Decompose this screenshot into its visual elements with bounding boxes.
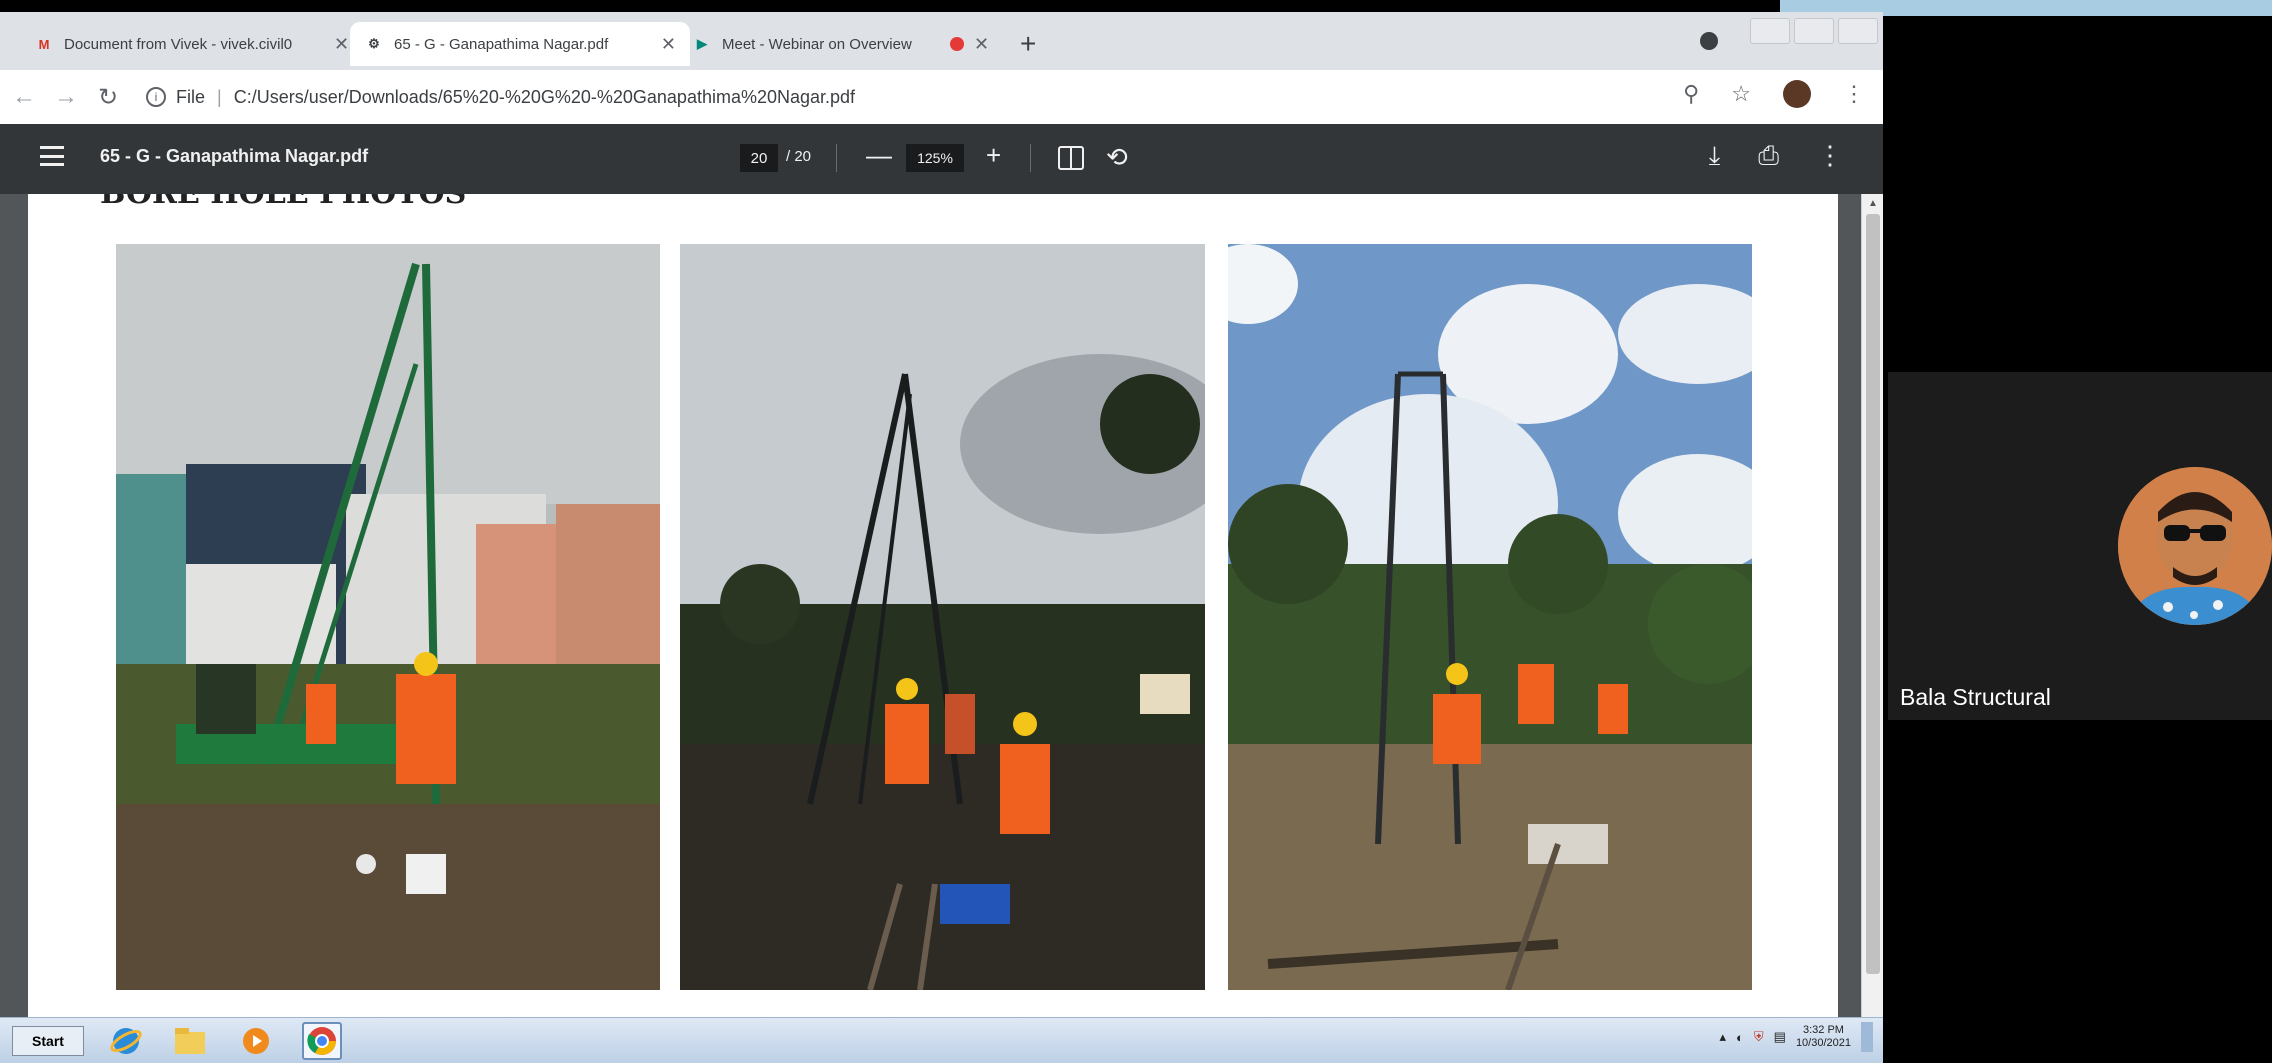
- tray-arrow-icon[interactable]: ▴: [1719, 1029, 1726, 1045]
- tab-title: 65 - G - Ganapathima Nagar.pdf: [394, 35, 609, 53]
- hamburger-menu-icon[interactable]: [40, 146, 64, 166]
- window-controls: [1750, 18, 1878, 44]
- show-desktop-icon[interactable]: [1861, 1022, 1873, 1052]
- profile-avatar[interactable]: [1783, 80, 1811, 108]
- taskbar-clock[interactable]: 3:32 PM 10/30/2021: [1796, 1024, 1851, 1050]
- internet-explorer-icon[interactable]: [106, 1022, 146, 1060]
- media-player-icon[interactable]: [236, 1022, 276, 1060]
- site-photo-1: [116, 244, 660, 990]
- tab-strip: M Document from Vivek - vivek.civil0 ✕ ⚙…: [0, 12, 1883, 70]
- recording-indicator-icon: [950, 37, 964, 51]
- meet-icon: ▶: [697, 36, 707, 51]
- chrome-taskbar-icon[interactable]: [302, 1022, 342, 1060]
- taskbar: Start ▴ ◐ ⛨ ▤ 3:32 PM 10/30/2021: [0, 1017, 1883, 1063]
- tray-security-icon[interactable]: ⛨: [1754, 1029, 1764, 1045]
- tab-title: Meet - Webinar on Overview: [722, 35, 912, 53]
- more-options-icon[interactable]: ⋮: [1817, 140, 1843, 172]
- tray-volume-icon[interactable]: ▤: [1774, 1029, 1786, 1045]
- more-menu-icon[interactable]: ⋮: [1843, 81, 1865, 107]
- reload-icon[interactable]: ↻: [90, 83, 126, 112]
- page-total: / 20: [786, 148, 812, 165]
- zoom-level-input[interactable]: 125%: [906, 144, 964, 172]
- close-tab-icon[interactable]: ✕: [661, 34, 676, 55]
- page-heading: BORE HOLE PHOTOS: [100, 194, 466, 211]
- close-tab-icon[interactable]: ✕: [974, 34, 989, 55]
- clock-date: 10/30/2021: [1795, 1037, 1851, 1049]
- tab-meet-webinar[interactable]: ▶ Meet - Webinar on Overview ✕: [678, 22, 1008, 66]
- print-icon[interactable]: ⎙: [1758, 140, 1779, 172]
- url-scheme: File: [176, 86, 206, 107]
- bookmark-star-icon[interactable]: ☆: [1731, 81, 1751, 107]
- maximize-button[interactable]: [1794, 18, 1834, 44]
- back-icon[interactable]: ←: [6, 83, 42, 111]
- tab-pdf-document[interactable]: ⚙ 65 - G - Ganapathima Nagar.pdf ✕: [350, 22, 690, 66]
- pdf-scrollbar[interactable]: ▲: [1861, 194, 1883, 1017]
- pdf-title: 65 - G - Ganapathima Nagar.pdf: [100, 146, 369, 166]
- pdf-toolbar-actions: ⤓ ⎙ ⋮: [1709, 140, 1843, 172]
- participant-avatar: [2118, 467, 2272, 625]
- pdf-toolbar: 65 - G - Ganapathima Nagar.pdf 20 / 20 —…: [0, 124, 1883, 194]
- url-separator: |: [217, 86, 222, 107]
- tab-gmail-document[interactable]: M Document from Vivek - vivek.civil0 ✕: [20, 22, 363, 66]
- pdf-page: BORE HOLE PHOTOS: [28, 194, 1838, 1017]
- chrome-extension-icon[interactable]: [1700, 32, 1718, 50]
- gmail-icon: M: [38, 36, 50, 52]
- tray-network-icon[interactable]: ◐: [1736, 1030, 1744, 1045]
- file-explorer-icon[interactable]: [170, 1022, 210, 1060]
- start-button[interactable]: Start: [12, 1026, 84, 1056]
- tab-title: Document from Vivek - vivek.civil0: [64, 35, 293, 53]
- zoom-icon[interactable]: ⚲: [1683, 81, 1699, 107]
- minimize-button[interactable]: [1750, 18, 1790, 44]
- zoom-in-button[interactable]: +: [986, 140, 1001, 171]
- zoom-out-button[interactable]: —: [866, 140, 892, 171]
- close-tab-icon[interactable]: ✕: [334, 34, 349, 55]
- pdf-viewer[interactable]: BORE HOLE PHOTOS: [0, 194, 1883, 1017]
- system-tray: ▴ ◐ ⛨ ▤ 3:32 PM 10/30/2021: [1719, 1022, 1873, 1052]
- participant-name: Bala Structural: [1900, 684, 2051, 710]
- download-icon[interactable]: ⤓: [1709, 140, 1721, 172]
- browser-window: M Document from Vivek - vivek.civil0 ✕ ⚙…: [0, 12, 1883, 1017]
- globe-icon: ⚙: [368, 36, 380, 51]
- new-tab-button[interactable]: +: [1020, 28, 1036, 60]
- site-photo-2: [680, 244, 1205, 990]
- scrollbar-thumb[interactable]: [1866, 214, 1880, 974]
- toolbar-divider: [836, 144, 837, 172]
- close-window-button[interactable]: [1838, 18, 1878, 44]
- scroll-up-icon[interactable]: ▲: [1868, 198, 1878, 209]
- clock-time: 3:32 PM: [1802, 1024, 1844, 1036]
- fit-to-page-icon[interactable]: [1058, 146, 1084, 170]
- toolbar-divider: [1030, 144, 1031, 172]
- forward-icon[interactable]: →: [48, 83, 84, 111]
- info-icon[interactable]: i: [146, 87, 166, 107]
- url-text: C:/Users/user/Downloads/65%20-%20G%20-%2…: [233, 86, 856, 107]
- screen: M Document from Vivek - vivek.civil0 ✕ ⚙…: [0, 0, 2272, 1063]
- address-bar-row: ← → ↻ i File | C:/Users/user/Downloads/6…: [0, 70, 1883, 124]
- page-number-input[interactable]: 20: [740, 144, 778, 172]
- rotate-icon[interactable]: ⟲: [1106, 142, 1128, 173]
- omnibar-actions: ⚲ ☆ ⋮: [1683, 80, 1865, 108]
- site-photo-3: [1228, 244, 1752, 990]
- address-bar[interactable]: i File | C:/Users/user/Downloads/65%20-%…: [146, 87, 1666, 108]
